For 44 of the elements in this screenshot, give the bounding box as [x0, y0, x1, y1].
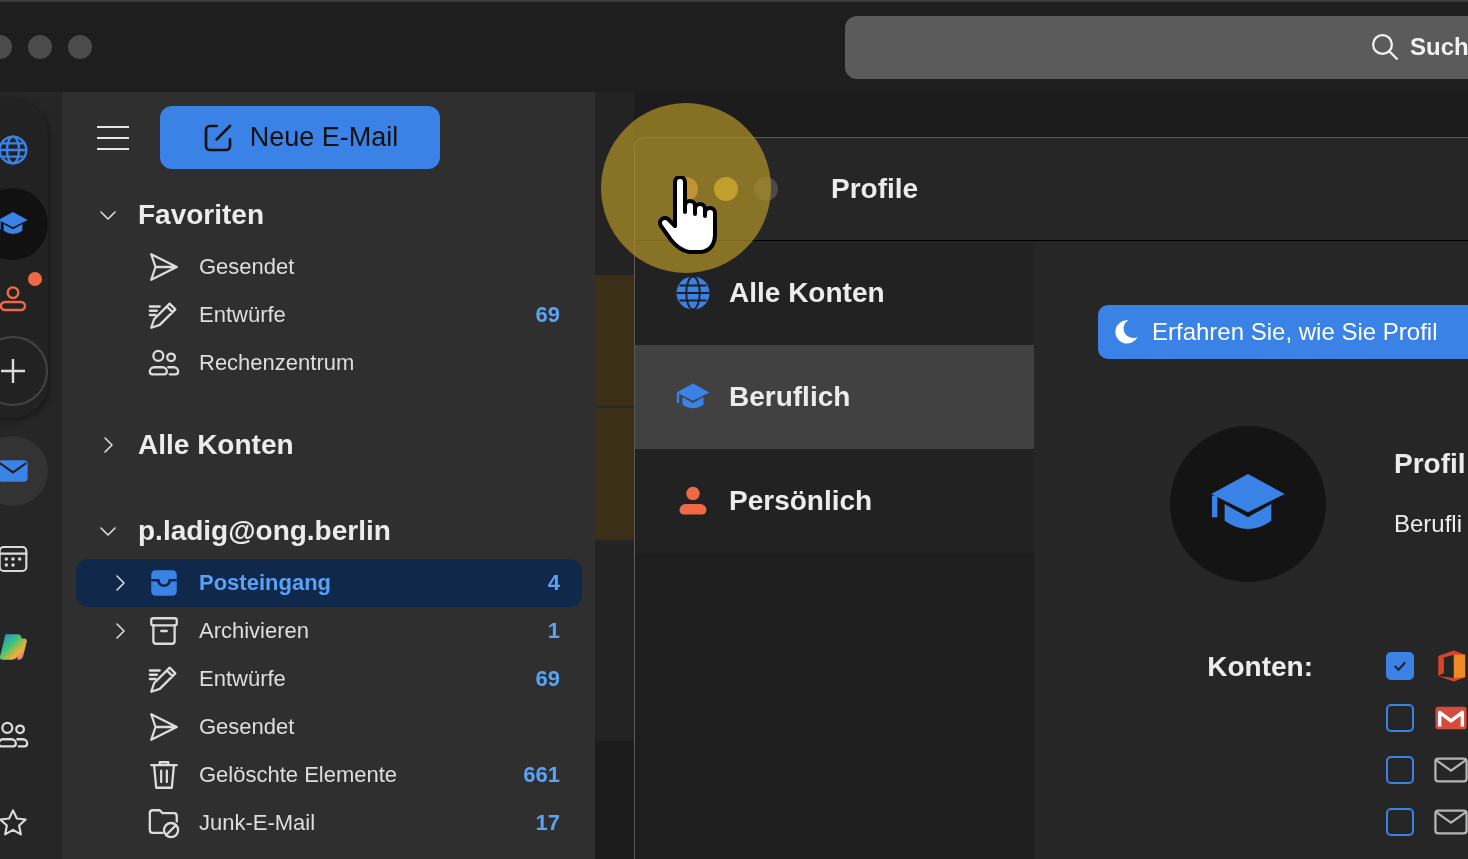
- search-field[interactable]: Such: [1410, 33, 1468, 61]
- folder-item[interactable]: Entwürfe 69: [76, 655, 582, 703]
- unread-count: 69: [535, 666, 560, 692]
- field-label: Konten:: [1206, 653, 1313, 681]
- unread-count: 69: [535, 302, 560, 328]
- box-icon: [147, 614, 181, 648]
- globe-icon: [0, 134, 29, 166]
- info-banner[interactable]: Erfahren Sie, wie Sie Profil: [1098, 305, 1468, 359]
- unread-count: 17: [535, 810, 560, 836]
- profile-name: Berufli: [1394, 510, 1464, 538]
- field-label: Profil: [1394, 448, 1466, 480]
- checkbox[interactable]: [1386, 652, 1414, 680]
- search-icon: [1370, 32, 1400, 62]
- menu-icon: [96, 124, 130, 151]
- folder-item[interactable]: Rechenzentrum: [76, 339, 582, 387]
- unread-count: 4: [547, 570, 560, 596]
- checkbox[interactable]: [1386, 704, 1414, 732]
- globe-icon: [675, 275, 711, 311]
- trash-icon: [147, 758, 181, 792]
- profile-item[interactable]: Alle Konten: [635, 241, 1034, 345]
- new-mail-button[interactable]: Neue E-Mail: [160, 106, 440, 169]
- dialog-title: Profile: [831, 173, 919, 205]
- checkbox[interactable]: [1386, 756, 1414, 784]
- folder-blocked-icon: [147, 806, 181, 840]
- paper-plane-icon: [147, 710, 181, 744]
- folder-item[interactable]: Entwürfe 69: [76, 291, 582, 339]
- calendar-icon: [0, 543, 29, 575]
- unread-count: 661: [523, 762, 560, 788]
- folder-item[interactable]: Posteingang 4: [76, 559, 582, 607]
- section-header[interactable]: Favoriten: [76, 187, 582, 243]
- profile-item[interactable]: Beruflich: [635, 345, 1034, 449]
- checkbox[interactable]: [1386, 808, 1414, 836]
- folder-item[interactable]: Archivieren 1: [76, 607, 582, 655]
- section-header[interactable]: Alle Konten: [76, 417, 582, 473]
- section-header[interactable]: p.ladig@ong.berlin: [76, 503, 582, 559]
- folder-item[interactable]: Gesendet: [76, 243, 582, 291]
- moon-icon: [1112, 318, 1140, 346]
- folder-item[interactable]: Gesendet: [76, 703, 582, 751]
- profile-item[interactable]: Persönlich: [635, 449, 1034, 553]
- notification-dot: [28, 272, 42, 286]
- folder-item[interactable]: Gelöschte Elemente 661: [76, 751, 582, 799]
- unread-count: 1: [547, 618, 560, 644]
- folder-item[interactable]: Junk-E-Mail 17: [76, 799, 582, 847]
- paper-plane-icon: [147, 250, 181, 284]
